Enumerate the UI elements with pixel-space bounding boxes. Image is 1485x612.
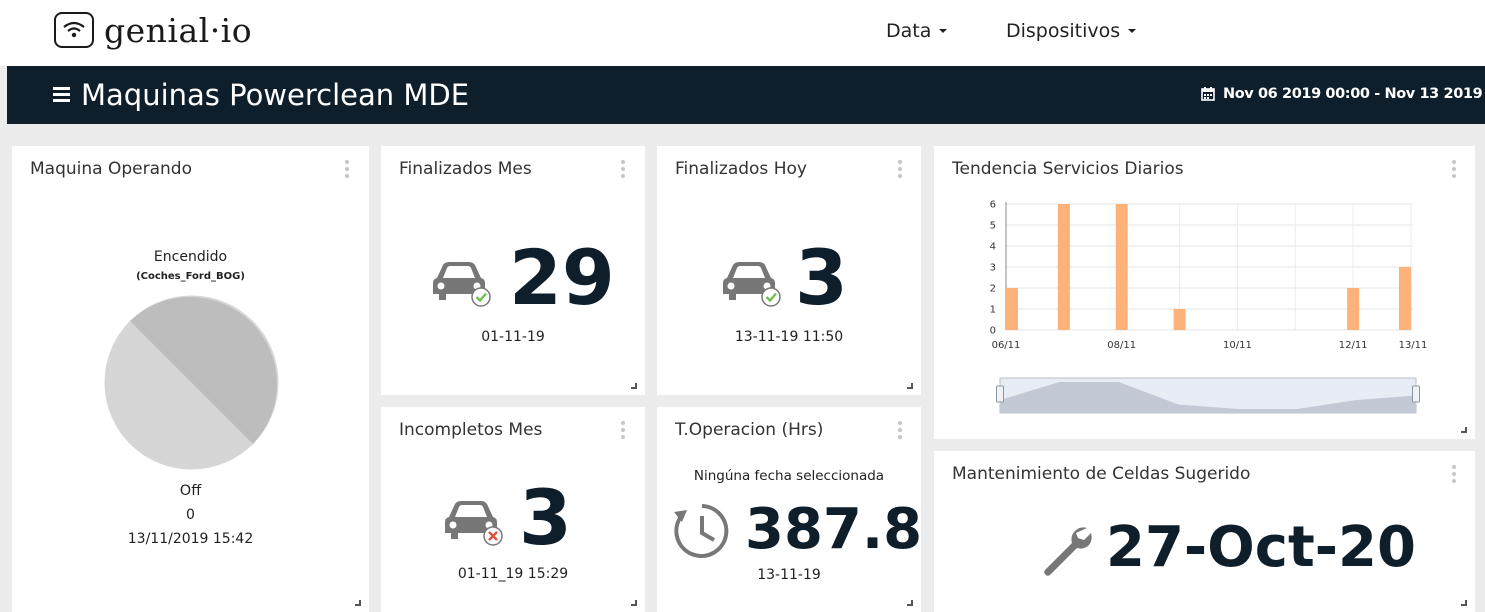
kebab-menu-icon[interactable] — [898, 160, 902, 178]
card-title: T.Operacion (Hrs) — [675, 420, 824, 440]
kebab-menu-icon[interactable] — [621, 421, 625, 439]
machine-device-name: (Coches_Ford_BOG) — [136, 271, 245, 282]
card-finished-month: Finalizados Mes 29 01-11-19 — [381, 146, 645, 395]
card-daily-trend: Tendencia Servicios Diarios 0 1 2 3 4 5 6 06/11… — [934, 146, 1475, 439]
card-title: Mantenimiento de Celdas Sugerido — [952, 464, 1251, 484]
finished-today-value: 3 — [795, 233, 848, 322]
resize-handle-icon[interactable] — [631, 600, 637, 606]
x-tick-label: 13/11 — [1399, 340, 1428, 351]
machine-state: Encendido — [153, 249, 228, 265]
hamburger-menu-icon[interactable] — [53, 87, 71, 103]
car-check-icon — [723, 262, 781, 307]
nav-data-menu[interactable]: Data — [886, 20, 948, 42]
brand-logo[interactable]: genial·io — [54, 10, 252, 50]
date-range-picker[interactable]: Nov 06 2019 00:00 - Nov 13 2019 2 — [1201, 86, 1485, 102]
resize-handle-icon[interactable] — [1461, 600, 1467, 606]
car-check-icon — [433, 262, 491, 307]
wrench-icon — [1044, 527, 1092, 576]
calendar-icon — [1201, 87, 1215, 101]
incomplete-month-value: 3 — [519, 473, 572, 562]
resize-handle-icon[interactable] — [631, 383, 637, 389]
kebab-menu-icon[interactable] — [621, 160, 625, 178]
machine-value: 0 — [186, 507, 195, 523]
finished-month-date: 01-11-19 — [481, 329, 545, 345]
daily-trend-bar-chart: 0 1 2 3 4 5 6 06/11 08/11 10/11 12/11 13/11 — [990, 200, 1428, 414]
bar — [1115, 204, 1128, 330]
nav-data-label: Data — [886, 20, 932, 42]
y-tick-label: 6 — [990, 200, 996, 211]
machine-status: Off — [179, 483, 202, 499]
x-tick-label: 10/11 — [1223, 340, 1252, 351]
caret-down-icon — [939, 29, 948, 33]
y-tick-label: 3 — [990, 263, 996, 274]
bar — [1057, 204, 1070, 330]
caret-down-icon — [1128, 29, 1137, 33]
operation-time-date: 13-11-19 — [757, 567, 821, 583]
card-maintenance: Mantenimiento de Celdas Sugerido 27-Oct-… — [934, 451, 1475, 612]
nav-devices-label: Dispositivos — [1006, 20, 1121, 42]
incomplete-month-date: 01-11_19 15:29 — [457, 566, 569, 582]
finished-today-date: 13-11-19 11:50 — [734, 329, 844, 345]
navigator-handle — [1412, 385, 1420, 403]
page-header-bar: Maquinas Powerclean MDE Nov 06 2019 00:0… — [7, 66, 1485, 124]
resize-handle-icon[interactable] — [1461, 427, 1467, 433]
bar — [1399, 267, 1411, 330]
y-tick-label: 0 — [990, 326, 996, 337]
card-title: Incompletos Mes — [399, 420, 543, 440]
card-finished-today: Finalizados Hoy 3 13-11-19 11:50 — [657, 146, 921, 395]
brand-name: genial·io — [104, 10, 253, 50]
card-title: Maquina Operando — [30, 159, 192, 179]
wifi-icon — [54, 12, 94, 48]
card-operation-time: T.Operacion (Hrs) Ningúna fecha seleccio… — [657, 407, 923, 612]
resize-handle-icon[interactable] — [355, 600, 361, 606]
finished-month-value: 29 — [509, 233, 615, 322]
operation-time-note: Ningúna fecha seleccionada — [693, 468, 885, 484]
resize-handle-icon[interactable] — [907, 383, 913, 389]
y-tick-label: 1 — [990, 305, 996, 316]
card-title: Finalizados Hoy — [675, 159, 807, 179]
resize-handle-icon[interactable] — [907, 600, 913, 606]
clock-icon — [674, 504, 729, 558]
status-pie-chart — [104, 295, 279, 470]
car-error-icon — [445, 501, 503, 546]
y-tick-label: 5 — [990, 221, 996, 232]
card-machine-operating: Maquina Operando Encendido (Coches_Ford_… — [12, 146, 369, 612]
kebab-menu-icon[interactable] — [1452, 465, 1456, 483]
navigator-handle — [996, 385, 1004, 403]
bar — [1006, 288, 1018, 330]
card-title: Finalizados Mes — [399, 159, 532, 179]
x-tick-label: 08/11 — [1107, 340, 1136, 351]
maintenance-date: 27-Oct-20 — [1106, 515, 1416, 580]
bar — [1347, 288, 1360, 330]
x-tick-label: 06/11 — [992, 340, 1021, 351]
nav-devices-menu[interactable]: Dispositivos — [1006, 20, 1137, 42]
y-tick-label: 2 — [990, 284, 996, 295]
kebab-menu-icon[interactable] — [345, 160, 349, 178]
date-range-text: Nov 06 2019 00:00 - Nov 13 2019 2 — [1223, 86, 1485, 102]
card-incomplete-month: Incompletos Mes 3 01-11_19 15:29 — [381, 407, 645, 612]
machine-timestamp: 13/11/2019 15:42 — [127, 531, 254, 547]
bar — [1173, 309, 1186, 330]
operation-time-value: 387.8 — [745, 497, 923, 562]
x-tick-label: 12/11 — [1339, 340, 1368, 351]
kebab-menu-icon[interactable] — [898, 421, 902, 439]
top-navbar: genial·io Data Dispositivos — [0, 0, 1485, 66]
page-title: Maquinas Powerclean MDE — [81, 78, 470, 112]
y-tick-label: 4 — [990, 242, 996, 253]
